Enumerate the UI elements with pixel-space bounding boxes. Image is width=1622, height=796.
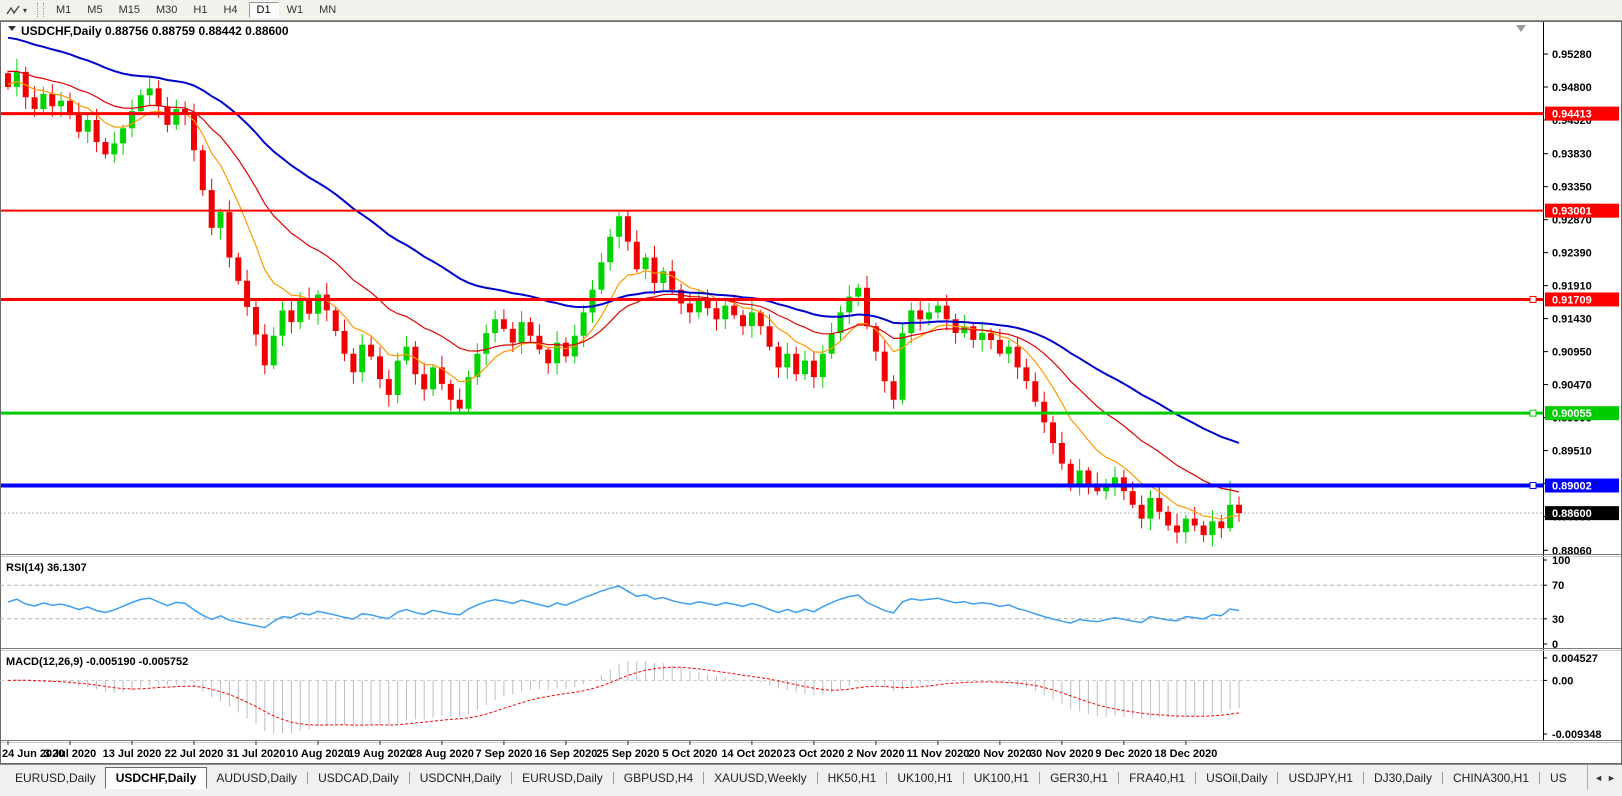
tab-divider	[703, 772, 705, 784]
tabs-scroll-right-button[interactable]: ►	[1607, 773, 1616, 783]
svg-text:0.91910: 0.91910	[1552, 281, 1592, 293]
hline-handle[interactable]	[1529, 409, 1537, 417]
chart-tab-USOil-Daily[interactable]: USOil,Daily	[1197, 767, 1276, 789]
svg-text:0.93830: 0.93830	[1552, 149, 1592, 161]
price-level-badge: 0.90055	[1545, 406, 1619, 421]
svg-text:30 Nov 2020: 30 Nov 2020	[1030, 748, 1094, 760]
chart-tab-CHINA300-H1[interactable]: CHINA300,H1	[1444, 767, 1538, 789]
chart-tab-USDCAD-Daily[interactable]: USDCAD,Daily	[309, 767, 408, 789]
chart-tab-FRA40-H1[interactable]: FRA40,H1	[1120, 767, 1194, 789]
svg-text:0.92390: 0.92390	[1552, 248, 1592, 260]
rsi-indicator-label: RSI(14) 36.1307	[6, 562, 87, 574]
svg-text:100: 100	[1552, 555, 1570, 567]
svg-text:5 Oct 2020: 5 Oct 2020	[662, 748, 717, 760]
chart-tab-AUDUSD-Daily[interactable]: AUDUSD,Daily	[207, 767, 306, 789]
svg-text:16 Sep 2020: 16 Sep 2020	[534, 748, 597, 760]
svg-text:9 Dec 2020: 9 Dec 2020	[1095, 748, 1152, 760]
chart-tab-UK100-H1[interactable]: UK100,H1	[965, 767, 1038, 789]
chart-tab-GER30-H1[interactable]: GER30,H1	[1041, 767, 1117, 789]
svg-text:10 Aug 2020: 10 Aug 2020	[286, 748, 350, 760]
svg-text:2 Nov 2020: 2 Nov 2020	[847, 748, 904, 760]
tab-divider	[307, 772, 309, 784]
bottom-strip	[0, 790, 1622, 796]
chart-tab-UK100-H1[interactable]: UK100,H1	[888, 767, 961, 789]
chart-tab-EURUSD-Daily[interactable]: EURUSD,Daily	[513, 767, 612, 789]
svg-text:0.89002: 0.89002	[1552, 481, 1592, 493]
svg-text:70: 70	[1552, 580, 1564, 592]
tab-scroll-controls: ◄ ►	[1587, 765, 1622, 791]
tab-divider	[612, 772, 614, 784]
chart-tab-DJ30-Daily[interactable]: DJ30,Daily	[1365, 767, 1441, 789]
chart-tab-bar: EURUSD,Daily USDCHF,Daily AUDUSD,Daily USDC…	[0, 764, 1622, 791]
price-level-badge: 0.93001	[1545, 203, 1619, 218]
chart-tab-HK50-H1[interactable]: HK50,H1	[819, 767, 886, 789]
svg-text:7 Sep 2020: 7 Sep 2020	[475, 748, 532, 760]
chart-tab-strip: EURUSD,Daily USDCHF,Daily AUDUSD,Daily USDC…	[0, 765, 1587, 791]
chart-plot-area[interactable]	[0, 22, 1543, 553]
svg-text:11 Nov 2020: 11 Nov 2020	[906, 748, 969, 760]
price-level-badge: 0.91709	[1545, 292, 1619, 307]
tab-divider	[1277, 772, 1279, 784]
tab-divider	[1195, 772, 1197, 784]
svg-text:0.95280: 0.95280	[1552, 49, 1592, 61]
svg-text:0.93001: 0.93001	[1552, 206, 1592, 218]
svg-text:19 Aug 2020: 19 Aug 2020	[348, 748, 412, 760]
chart-tab-US[interactable]: US	[1541, 767, 1576, 789]
price-level-badge: 0.88600	[1545, 506, 1619, 521]
svg-text:0.91709: 0.91709	[1552, 294, 1592, 306]
tab-divider	[1539, 772, 1541, 784]
svg-text:-0.009348: -0.009348	[1552, 729, 1602, 741]
svg-text:28 Aug 2020: 28 Aug 2020	[410, 748, 474, 760]
svg-text:20 Nov 2020: 20 Nov 2020	[968, 748, 1032, 760]
chart-tab-USDJPY-H1[interactable]: USDJPY,H1	[1279, 767, 1361, 789]
svg-text:0.004527: 0.004527	[1552, 653, 1598, 665]
hline-handle[interactable]	[1529, 295, 1537, 303]
svg-text:14 Oct 2020: 14 Oct 2020	[721, 748, 782, 760]
tab-divider	[511, 772, 513, 784]
svg-text:0.94413: 0.94413	[1552, 109, 1592, 121]
svg-text:31 Jul 2020: 31 Jul 2020	[227, 748, 286, 760]
svg-text:13 Jul 2020: 13 Jul 2020	[103, 748, 162, 760]
hline-handle[interactable]	[1529, 482, 1537, 490]
price-level-badge: 0.89002	[1545, 478, 1619, 493]
tab-divider	[816, 772, 818, 784]
tab-divider	[962, 772, 964, 784]
svg-text:30: 30	[1552, 614, 1564, 626]
svg-text:0.91430: 0.91430	[1552, 314, 1592, 326]
chart-tab-XAUUSD-Weekly[interactable]: XAUUSD,Weekly	[705, 767, 815, 789]
svg-text:0.90055: 0.90055	[1552, 408, 1592, 420]
svg-text:0: 0	[1552, 639, 1558, 651]
svg-text:0.93350: 0.93350	[1552, 182, 1592, 194]
tab-divider	[1118, 772, 1120, 784]
chart-tab-USDCNH-Daily[interactable]: USDCNH,Daily	[411, 767, 510, 789]
svg-text:0.94800: 0.94800	[1552, 82, 1592, 94]
chart-tab-EURUSD-Daily[interactable]: EURUSD,Daily	[6, 767, 105, 789]
tab-divider	[408, 772, 410, 784]
tabs-scroll-left-button[interactable]: ◄	[1594, 773, 1603, 783]
macd-indicator-label: MACD(12,26,9) -0.005190 -0.005752	[6, 656, 188, 668]
tab-divider	[886, 772, 888, 784]
price-chart: 0.952800.948000.943200.938300.933500.928…	[0, 21, 1622, 764]
tab-divider	[1039, 772, 1041, 784]
chart-tab-GBPUSD-H4[interactable]: GBPUSD,H4	[615, 767, 702, 789]
price-level-badge: 0.94413	[1545, 106, 1619, 121]
svg-text:3 Jul 2020: 3 Jul 2020	[44, 748, 97, 760]
svg-text:0.89510: 0.89510	[1552, 446, 1592, 458]
svg-text:18 Dec 2020: 18 Dec 2020	[1154, 748, 1217, 760]
svg-text:0.88600: 0.88600	[1552, 508, 1592, 520]
svg-text:22 Jul 2020: 22 Jul 2020	[165, 748, 224, 760]
chart-tab-USDCHF-Daily[interactable]: USDCHF,Daily	[104, 767, 208, 789]
svg-text:23 Oct 2020: 23 Oct 2020	[783, 748, 844, 760]
chart-title-ohlc: USDCHF,Daily 0.88756 0.88759 0.88442 0.8…	[21, 24, 289, 38]
svg-text:0.90950: 0.90950	[1552, 347, 1592, 359]
svg-text:25 Sep 2020: 25 Sep 2020	[596, 748, 659, 760]
svg-text:0.90470: 0.90470	[1552, 380, 1592, 392]
svg-text:0.00: 0.00	[1552, 675, 1573, 687]
tab-divider	[1441, 772, 1443, 784]
tab-divider	[1362, 772, 1364, 784]
trading-terminal-window: ▾ M1 M5 M15 M30 H1 H4 D1 W1 MN 0.95280 0.94800 0.9…	[0, 0, 1622, 796]
